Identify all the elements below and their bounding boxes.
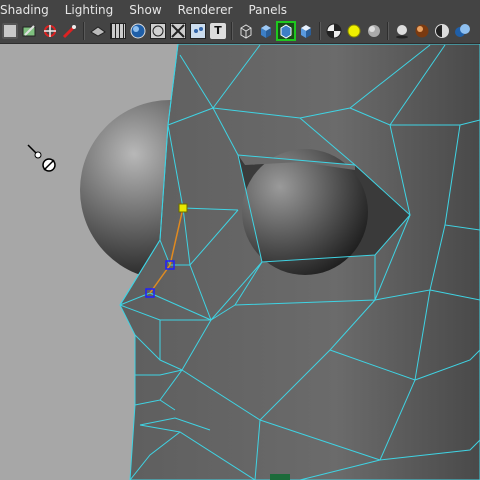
viewport-toolbar: T xyxy=(0,19,480,44)
menu-panels[interactable]: Panels xyxy=(240,3,295,17)
bookmarks-icon[interactable] xyxy=(42,23,58,39)
all-lights-icon[interactable] xyxy=(366,23,382,39)
flat-shade-icon[interactable] xyxy=(150,23,166,39)
toolbar-separator xyxy=(231,22,233,40)
texture-icon[interactable]: T xyxy=(210,23,226,39)
viewport-canvas[interactable] xyxy=(0,44,480,480)
menu-lighting[interactable]: Lighting xyxy=(57,3,122,17)
default-light-icon[interactable] xyxy=(346,23,362,39)
toolbar-separator xyxy=(83,22,85,40)
frame-selection-icon[interactable] xyxy=(276,21,296,41)
cube-lit-icon[interactable] xyxy=(298,23,314,39)
smooth-shade-icon[interactable] xyxy=(130,23,146,39)
checker-icon[interactable] xyxy=(326,23,342,39)
cube-shaded-icon[interactable] xyxy=(258,23,274,39)
toolbar-separator xyxy=(387,22,389,40)
cube-wire-icon[interactable] xyxy=(238,23,254,39)
toolbar-separator xyxy=(319,22,321,40)
camera-attributes-icon[interactable] xyxy=(22,23,38,39)
image-plane-icon[interactable] xyxy=(62,23,78,39)
shadows-icon[interactable] xyxy=(394,23,410,39)
3d-viewport[interactable] xyxy=(0,44,480,480)
isolate-icon[interactable] xyxy=(190,23,206,39)
selected-vertex[interactable] xyxy=(178,203,188,213)
menu-show[interactable]: Show xyxy=(121,3,169,17)
select-camera-icon[interactable] xyxy=(2,23,18,39)
material-ball-icon[interactable] xyxy=(414,23,430,39)
xray-icon[interactable] xyxy=(170,23,186,39)
menu-renderer[interactable]: Renderer xyxy=(170,3,241,17)
viewport-menubar: Shading Lighting Show Renderer Panels xyxy=(0,0,480,19)
grid-icon[interactable] xyxy=(110,23,126,39)
viewport-2-icon[interactable] xyxy=(454,23,470,39)
wireframe-on-shaded-icon[interactable] xyxy=(90,23,106,39)
sphere-half-icon[interactable] xyxy=(434,23,450,39)
manipulator-stub xyxy=(270,474,290,480)
menu-shading[interactable]: Shading xyxy=(0,3,57,17)
